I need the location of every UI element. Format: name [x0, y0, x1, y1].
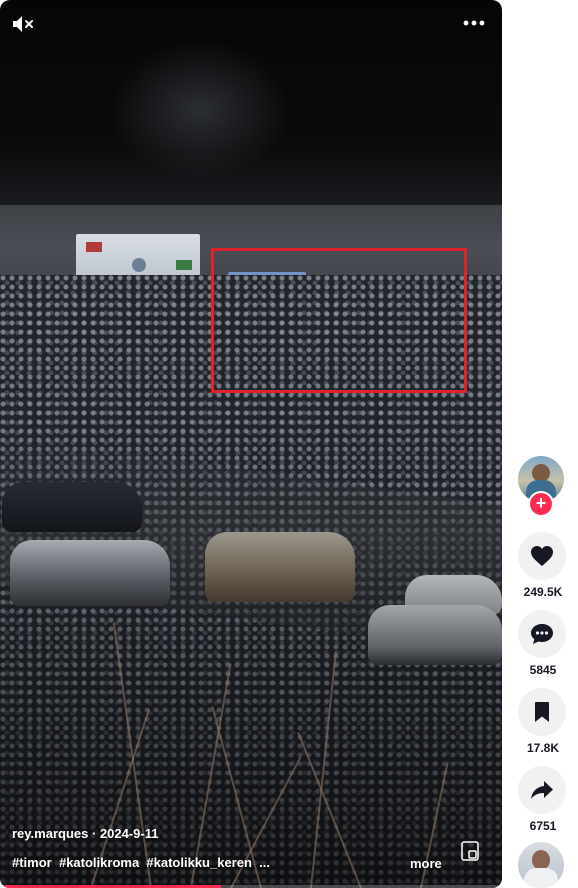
post-date: 2024-9-11	[99, 826, 159, 841]
like-button[interactable]	[518, 532, 566, 580]
save-button[interactable]	[518, 688, 566, 736]
bookmark-icon	[535, 702, 549, 722]
author-line: rey.marques · 2024-9-11	[12, 826, 159, 841]
share-arrow-icon	[531, 781, 553, 799]
author-name[interactable]: rey.marques	[12, 826, 88, 841]
share-button[interactable]	[518, 766, 566, 814]
speaker-muted-icon[interactable]	[12, 14, 36, 34]
heart-icon	[531, 546, 553, 566]
more-options-icon[interactable]	[462, 16, 486, 30]
comment-count: 5845	[529, 663, 557, 677]
hashtag[interactable]: #katolikku_keren	[146, 855, 252, 870]
highlight-box	[211, 248, 467, 393]
hashtag-line: #timor #katolikroma #katolikku_keren ...	[12, 855, 270, 870]
video-player[interactable]: rey.marques · 2024-9-11 #timor #katolikr…	[0, 0, 502, 888]
like-count: 249.5K	[523, 585, 563, 599]
comment-button[interactable]	[518, 610, 566, 658]
action-rail: + 249.5K 5845 17.8K 6751	[515, 0, 571, 888]
comment-icon	[531, 624, 553, 644]
more-button[interactable]: more	[410, 856, 442, 871]
save-count: 17.8K	[526, 741, 560, 755]
caption-ellipsis: ...	[259, 855, 270, 870]
hashtag[interactable]: #katolikroma	[59, 855, 139, 870]
follow-plus-icon[interactable]: +	[528, 491, 554, 517]
separator-dot: ·	[91, 826, 100, 841]
picture-in-picture-icon[interactable]	[461, 841, 479, 861]
hashtag[interactable]: #timor	[12, 855, 52, 870]
sound-avatar[interactable]	[518, 842, 564, 888]
share-count: 6751	[529, 819, 557, 833]
